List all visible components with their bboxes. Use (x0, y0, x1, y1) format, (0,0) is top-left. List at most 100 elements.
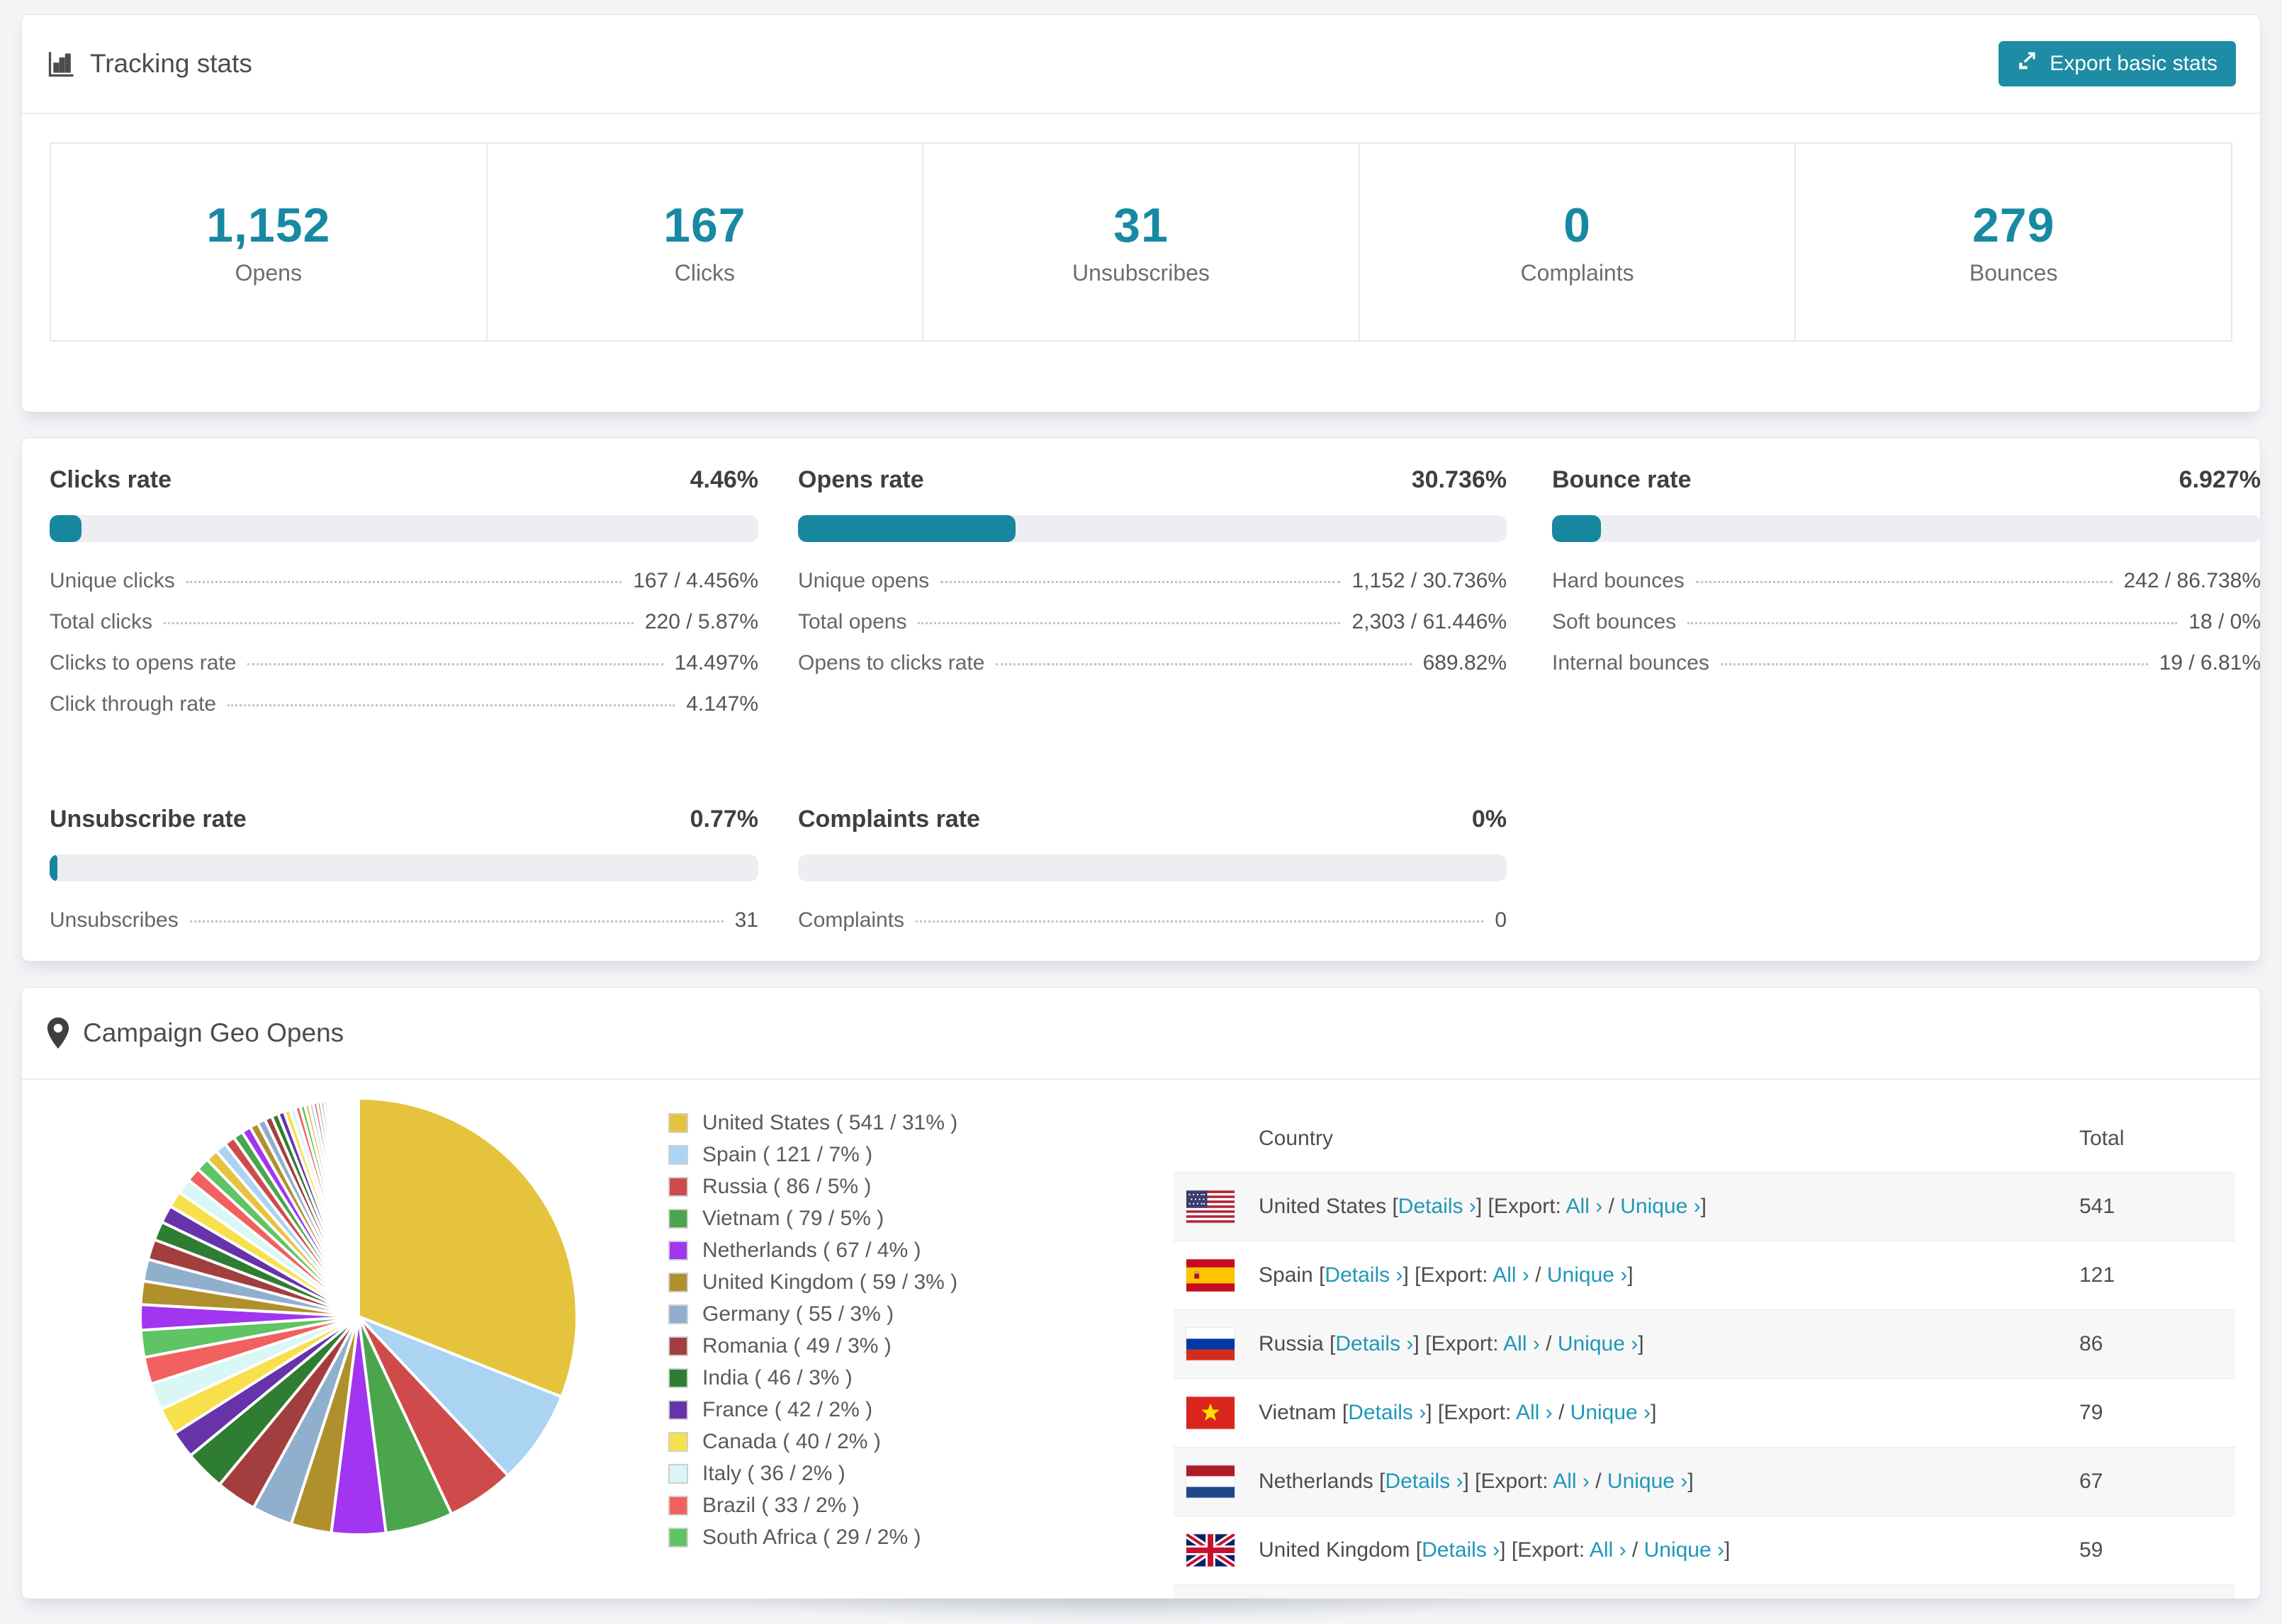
export-unique-link[interactable]: Unique › (1644, 1538, 1724, 1562)
slash: / (1602, 1195, 1621, 1218)
detail-label: Hard bounces (1552, 569, 1685, 592)
export-basic-stats-button[interactable]: Export basic stats (1999, 41, 2236, 86)
rate-value: 0.77% (690, 806, 758, 833)
column-header-country: Country (1259, 1126, 1334, 1150)
rate-detail-row: Opens to clicks rate 689.82% (798, 651, 1507, 692)
slash: / (1529, 1263, 1547, 1287)
tracking-stats-card: Tracking stats Export basic stats 1,152 O… (21, 14, 2261, 412)
country-flag-us (1186, 1190, 1235, 1223)
slash: / (1539, 1332, 1558, 1355)
rate-detail-rows: Hard bounces 242 / 86.738% Soft bounces 18 … (1552, 569, 2261, 692)
rate-title: Unsubscribe rate (50, 806, 247, 833)
rate-detail-rows: Complaints 0 (798, 908, 1507, 949)
details-link[interactable]: Details › (1385, 1470, 1463, 1493)
rate-block-clicks-rate: Clicks rate 4.46% Unique clicks 167 / 4.456… (50, 466, 758, 733)
geo-pie-chart (135, 1093, 582, 1540)
geo-card-header: Campaign Geo Opens (22, 988, 2260, 1080)
rate-detail-row: Clicks to opens rate 14.497% (50, 651, 758, 692)
country-name: Spain (1259, 1263, 1320, 1287)
stat-label: Bounces (1969, 260, 2058, 286)
dotted-leader (247, 663, 663, 665)
pie-svg (139, 1096, 578, 1536)
export-prefix: Export: (1420, 1263, 1493, 1287)
rate-progress-fill (1552, 515, 1602, 542)
details-link[interactable]: Details › (1325, 1263, 1403, 1287)
bracket: ] [ (1463, 1470, 1481, 1493)
export-unique-link[interactable]: Unique › (1570, 1401, 1651, 1424)
rate-progress-track (50, 515, 758, 542)
bracket: ] [ (1426, 1401, 1444, 1424)
details-link[interactable]: Details › (1422, 1538, 1500, 1562)
legend-item: Brazil ( 33 / 2% ) (668, 1489, 957, 1521)
export-unique-link[interactable]: Unique › (1607, 1470, 1687, 1493)
rate-detail-rows: Unique opens 1,152 / 30.736% Total opens 2,… (798, 569, 1507, 692)
country-cell: Vietnam [Details ›] [Export: All › / Uni… (1259, 1401, 1656, 1425)
export-all-link[interactable]: All › (1553, 1470, 1590, 1493)
legend-swatch (668, 1176, 688, 1197)
country-flag-gb (1186, 1534, 1235, 1567)
details-link[interactable]: Details › (1348, 1401, 1426, 1424)
legend-label: South Africa ( 29 / 2% ) (702, 1525, 921, 1549)
legend-label: Vietnam ( 79 / 5% ) (702, 1206, 884, 1230)
export-all-link[interactable]: All › (1493, 1263, 1529, 1287)
legend-label: India ( 46 / 3% ) (702, 1365, 853, 1389)
rate-title: Complaints rate (798, 806, 980, 833)
country-flag-vn (1186, 1397, 1235, 1429)
rate-detail-row: Unsubscribes 31 (50, 908, 758, 949)
details-link[interactable]: Details › (1398, 1195, 1476, 1218)
rate-detail-row: Complaints 0 (798, 908, 1507, 949)
country-cell: Netherlands [Details ›] [Export: All › /… (1259, 1470, 1694, 1494)
detail-label: Soft bounces (1552, 610, 1677, 633)
export-prefix: Export: (1517, 1538, 1590, 1562)
legend-label: United States ( 541 / 31% ) (702, 1110, 958, 1134)
bracket: ] [ (1500, 1538, 1518, 1562)
legend-item: United Kingdom ( 59 / 3% ) (668, 1266, 957, 1298)
rate-value: 6.927% (2179, 466, 2261, 493)
geo-card-title: Campaign Geo Opens (46, 1017, 344, 1049)
export-all-link[interactable]: All › (1590, 1538, 1626, 1562)
dotted-leader (1687, 622, 2178, 624)
legend-swatch (668, 1144, 688, 1165)
rates-card: Clicks rate 4.46% Unique clicks 167 / 4.456… (21, 437, 2261, 962)
geo-table-row: Germany [Details ›] [Export: All › / Uni… (1174, 1584, 2235, 1598)
rate-detail-row: Soft bounces 18 / 0% (1552, 610, 2261, 651)
rate-block-opens-rate: Opens rate 30.736% Unique opens 1,152 / 30.… (798, 466, 1507, 692)
stat-label: Complaints (1520, 260, 1634, 286)
detail-value: 19 / 6.81% (2159, 651, 2261, 675)
export-unique-link[interactable]: Unique › (1558, 1332, 1638, 1355)
legend-swatch (668, 1304, 688, 1324)
rate-head: Opens rate 30.736% (798, 466, 1507, 494)
export-unique-link[interactable]: Unique › (1547, 1263, 1627, 1287)
rate-detail-row: Click through rate 4.147% (50, 692, 758, 733)
export-all-link[interactable]: All › (1516, 1401, 1553, 1424)
bracket: ] [ (1403, 1263, 1421, 1287)
export-all-link[interactable]: All › (1566, 1195, 1603, 1218)
pie-slice (356, 1096, 360, 1317)
dotted-leader (1720, 663, 2148, 665)
geo-table-row: Spain [Details ›] [Export: All › / Uniqu… (1174, 1241, 2235, 1309)
legend-item: South Africa ( 29 / 2% ) (668, 1521, 957, 1553)
stat-value: 0 (1563, 198, 1591, 252)
campaign-geo-opens-card: Campaign Geo Opens United States ( 541 /… (21, 987, 2261, 1599)
bottom-shadow (709, 1598, 1524, 1624)
export-prefix: Export: (1431, 1332, 1504, 1355)
legend-label: Brazil ( 33 / 2% ) (702, 1493, 860, 1517)
detail-value: 31 (734, 908, 758, 932)
dotted-leader (940, 581, 1341, 583)
slash: / (1589, 1470, 1607, 1493)
map-pin-icon (46, 1017, 70, 1049)
details-link[interactable]: Details › (1335, 1332, 1413, 1355)
country-name: Vietnam (1259, 1401, 1342, 1424)
detail-label: Total opens (798, 610, 907, 633)
export-unique-link[interactable]: Unique › (1620, 1195, 1700, 1218)
page-title: Tracking stats (90, 49, 252, 78)
legend-item: France ( 42 / 2% ) (668, 1394, 957, 1426)
summary-stat-box: 0 Complaints (1358, 142, 1797, 342)
export-all-link[interactable]: All › (1503, 1332, 1540, 1355)
legend-label: Germany ( 55 / 3% ) (702, 1302, 894, 1326)
legend-label: France ( 42 / 2% ) (702, 1397, 873, 1421)
rate-detail-row: Hard bounces 242 / 86.738% (1552, 569, 2261, 610)
legend-swatch (668, 1272, 688, 1292)
country-cell: Russia [Details ›] [Export: All › / Uniq… (1259, 1332, 1644, 1356)
detail-value: 1,152 / 30.736% (1351, 569, 1507, 592)
